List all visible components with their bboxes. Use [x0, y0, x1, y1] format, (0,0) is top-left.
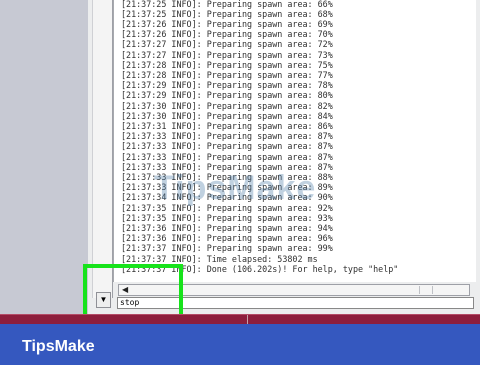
left-panel — [0, 0, 88, 318]
taskbar-divider — [247, 315, 248, 324]
log-line: [21:37:30 INFO]: Preparing spawn area: 8… — [121, 100, 333, 111]
log-line: [21:37:36 INFO]: Preparing spawn area: 9… — [121, 222, 333, 233]
log-line: [21:37:37 INFO]: Preparing spawn area: 9… — [121, 243, 333, 254]
log-line: [21:37:37 INFO]: Time elapsed: 53802 ms — [121, 253, 318, 264]
log-line: [21:37:28 INFO]: Preparing spawn area: 7… — [121, 69, 333, 80]
console-log: [21:37:25 INFO]: Preparing spawn area: 6… — [113, 0, 476, 282]
log-line: [21:37:27 INFO]: Preparing spawn area: 7… — [121, 49, 333, 60]
log-line: [21:37:29 INFO]: Preparing spawn area: 8… — [121, 90, 333, 101]
brand-logo: TipsMake — [22, 338, 95, 355]
vertical-scrollbar[interactable] — [92, 0, 113, 298]
log-line: [21:37:33 INFO]: Preparing spawn area: 8… — [121, 141, 333, 152]
log-line: [21:37:26 INFO]: Preparing spawn area: 7… — [121, 29, 333, 40]
scrollbar-thumb[interactable] — [419, 286, 433, 294]
log-line: [21:37:36 INFO]: Preparing spawn area: 9… — [121, 233, 333, 244]
log-line: [21:37:35 INFO]: Preparing spawn area: 9… — [121, 212, 333, 223]
log-line: [21:37:30 INFO]: Preparing spawn area: 8… — [121, 110, 333, 121]
taskbar — [0, 315, 480, 324]
log-line: [21:37:29 INFO]: Preparing spawn area: 7… — [121, 80, 333, 91]
highlight-box — [83, 264, 183, 320]
log-line: [21:37:25 INFO]: Preparing spawn area: 6… — [121, 0, 333, 9]
log-line: [21:37:33 INFO]: Preparing spawn area: 8… — [121, 131, 333, 142]
log-line: [21:37:26 INFO]: Preparing spawn area: 6… — [121, 18, 333, 29]
screenshot-stage: ▼ [21:37:25 INFO]: Preparing spawn area:… — [0, 0, 480, 365]
log-line: [21:37:31 INFO]: Preparing spawn area: 8… — [121, 120, 333, 131]
log-line: [21:37:27 INFO]: Preparing spawn area: 7… — [121, 39, 333, 50]
log-line: [21:37:33 INFO]: Preparing spawn area: 8… — [121, 151, 333, 162]
watermark: TipsMake — [154, 169, 317, 207]
log-line: [21:37:28 INFO]: Preparing spawn area: 7… — [121, 59, 333, 70]
log-line: [21:37:25 INFO]: Preparing spawn area: 6… — [121, 8, 333, 19]
